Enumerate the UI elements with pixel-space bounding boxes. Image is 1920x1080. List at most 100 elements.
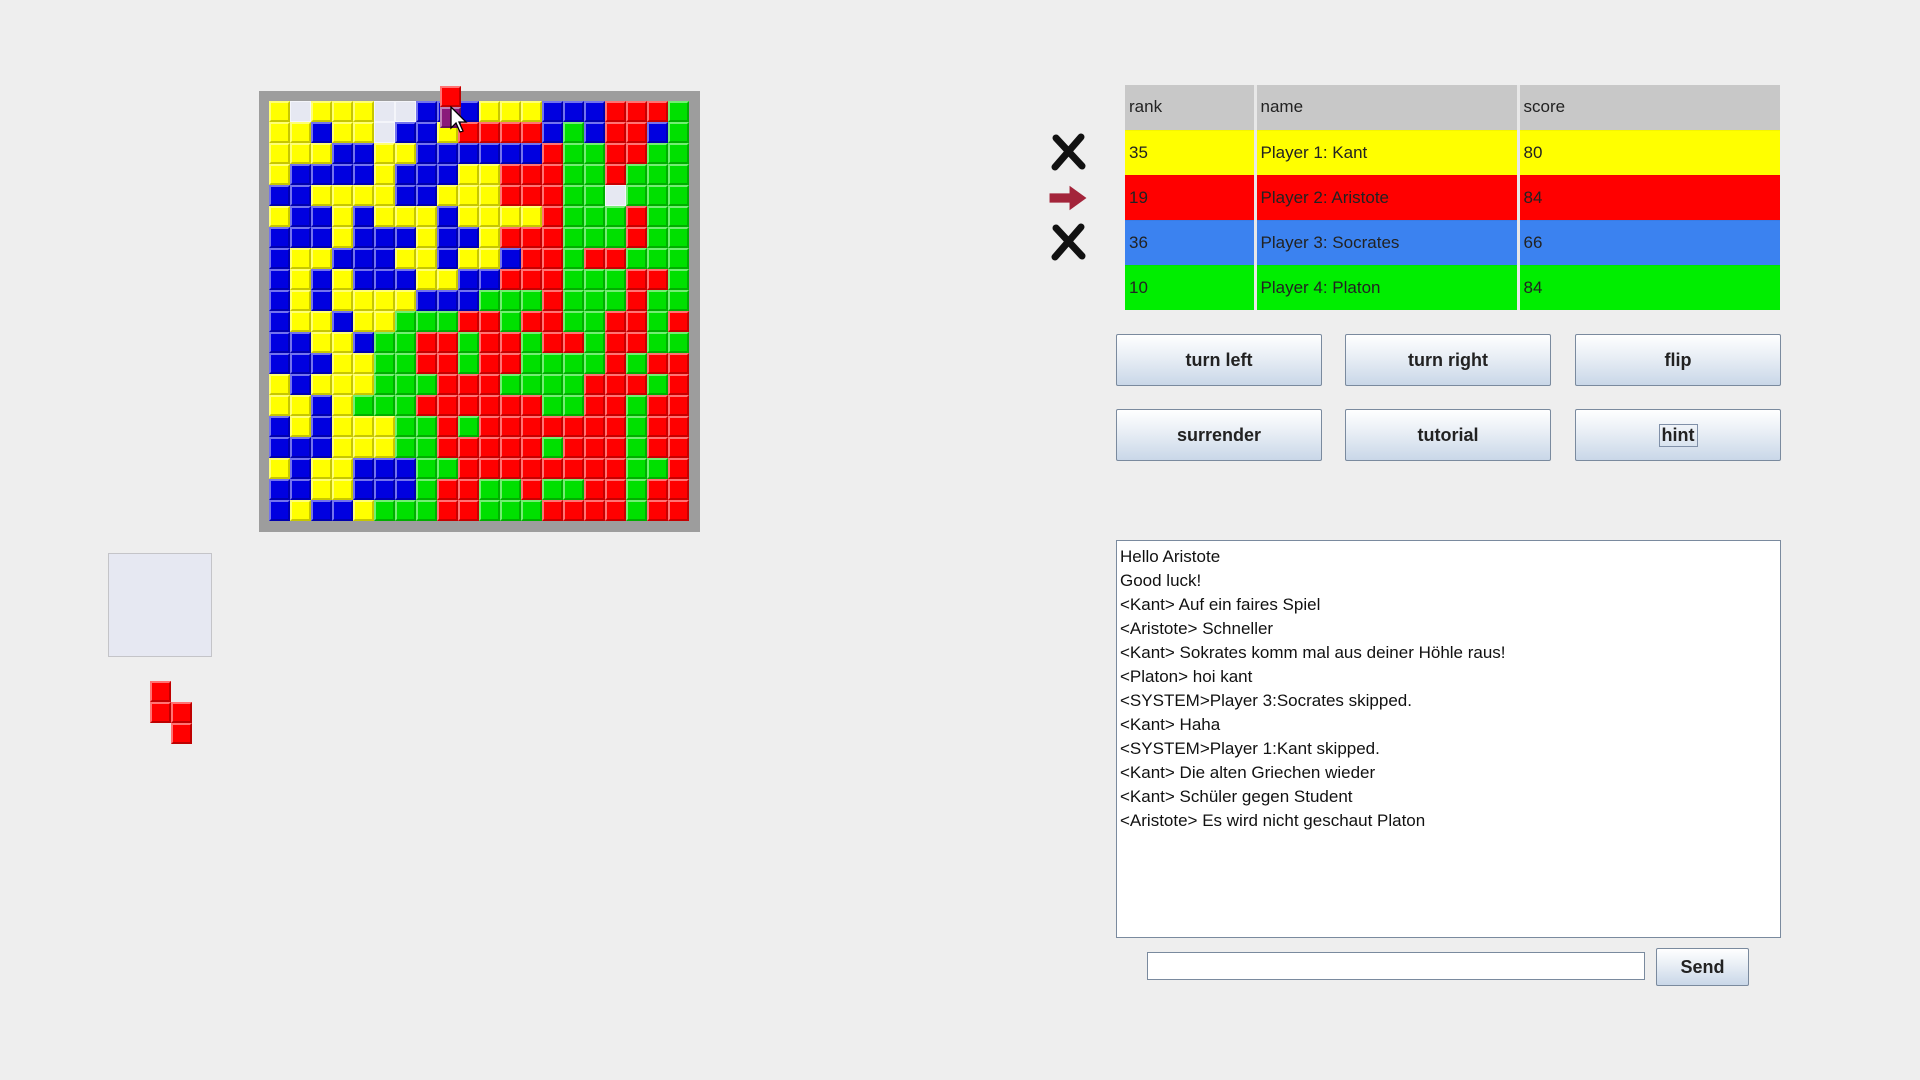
board-tile[interactable]	[395, 353, 416, 374]
board-tile[interactable]	[668, 227, 689, 248]
board-tile[interactable]	[395, 437, 416, 458]
board-tile[interactable]	[563, 311, 584, 332]
board-tile[interactable]	[542, 332, 563, 353]
board-tile[interactable]	[626, 206, 647, 227]
board-tile[interactable]	[542, 122, 563, 143]
board-tile[interactable]	[395, 332, 416, 353]
board-tile[interactable]	[269, 374, 290, 395]
board-tile[interactable]	[521, 143, 542, 164]
board-tile[interactable]	[626, 164, 647, 185]
board-tile[interactable]	[374, 500, 395, 521]
board-tile[interactable]	[626, 185, 647, 206]
board-cell-empty[interactable]	[395, 101, 416, 122]
board-tile[interactable]	[500, 353, 521, 374]
dragged-piece-tile[interactable]	[440, 86, 461, 107]
board-tile[interactable]	[626, 374, 647, 395]
board-tile[interactable]	[563, 479, 584, 500]
board-tile[interactable]	[332, 185, 353, 206]
board-tile[interactable]	[332, 248, 353, 269]
board-tile[interactable]	[584, 437, 605, 458]
board-tile[interactable]	[290, 206, 311, 227]
board-tile[interactable]	[269, 206, 290, 227]
board-tile[interactable]	[353, 374, 374, 395]
board-tile[interactable]	[563, 206, 584, 227]
board-tile[interactable]	[311, 164, 332, 185]
board-tile[interactable]	[563, 164, 584, 185]
board-tile[interactable]	[584, 416, 605, 437]
board-tile[interactable]	[521, 395, 542, 416]
board-tile[interactable]	[332, 353, 353, 374]
score-header[interactable]: score	[1518, 85, 1780, 130]
board-tile[interactable]	[353, 122, 374, 143]
board-tile[interactable]	[584, 227, 605, 248]
board-tile[interactable]	[500, 164, 521, 185]
board-tile[interactable]	[542, 416, 563, 437]
board-tile[interactable]	[374, 290, 395, 311]
board-tile[interactable]	[374, 185, 395, 206]
board-tile[interactable]	[521, 479, 542, 500]
board-tile[interactable]	[479, 500, 500, 521]
board-tile[interactable]	[437, 248, 458, 269]
board-tile[interactable]	[563, 227, 584, 248]
board-tile[interactable]	[458, 479, 479, 500]
board-tile[interactable]	[458, 437, 479, 458]
board-tile[interactable]	[290, 353, 311, 374]
board-tile[interactable]	[437, 416, 458, 437]
board-tile[interactable]	[332, 290, 353, 311]
board-tile[interactable]	[311, 437, 332, 458]
board-tile[interactable]	[605, 395, 626, 416]
board-tile[interactable]	[374, 416, 395, 437]
board-tile[interactable]	[479, 332, 500, 353]
board-tile[interactable]	[563, 353, 584, 374]
chat-log[interactable]: Hello Aristote Good luck! <Kant> Auf ein…	[1116, 540, 1781, 938]
board-tile[interactable]	[668, 206, 689, 227]
board-tile[interactable]	[353, 206, 374, 227]
board-tile[interactable]	[290, 290, 311, 311]
board-tile[interactable]	[479, 290, 500, 311]
board-tile[interactable]	[353, 416, 374, 437]
board-tile[interactable]	[332, 458, 353, 479]
board-tile[interactable]	[521, 500, 542, 521]
board-tile[interactable]	[353, 290, 374, 311]
board-tile[interactable]	[584, 185, 605, 206]
board-tile[interactable]	[479, 164, 500, 185]
board-tile[interactable]	[374, 269, 395, 290]
board-tile[interactable]	[626, 353, 647, 374]
board-tile[interactable]	[500, 290, 521, 311]
board-tile[interactable]	[542, 500, 563, 521]
board-tile[interactable]	[437, 353, 458, 374]
board-tile[interactable]	[479, 437, 500, 458]
board-tile[interactable]	[521, 164, 542, 185]
board-tile[interactable]	[374, 374, 395, 395]
board-tile[interactable]	[563, 395, 584, 416]
board-tile[interactable]	[332, 101, 353, 122]
board-tile[interactable]	[290, 458, 311, 479]
board-tile[interactable]	[647, 227, 668, 248]
board-tile[interactable]	[395, 311, 416, 332]
send-button[interactable]: Send	[1656, 948, 1749, 986]
board-tile[interactable]	[416, 143, 437, 164]
board-tile[interactable]	[416, 122, 437, 143]
board-tile[interactable]	[458, 395, 479, 416]
board-tile[interactable]	[626, 458, 647, 479]
board-tile[interactable]	[290, 311, 311, 332]
board-tile[interactable]	[269, 248, 290, 269]
board-tile[interactable]	[542, 437, 563, 458]
board-tile[interactable]	[269, 269, 290, 290]
board-tile[interactable]	[458, 164, 479, 185]
board-tile[interactable]	[353, 500, 374, 521]
board-tile[interactable]	[521, 122, 542, 143]
board-tile[interactable]	[584, 248, 605, 269]
rank-header[interactable]: rank	[1125, 85, 1257, 130]
board-tile[interactable]	[542, 185, 563, 206]
board-tile[interactable]	[311, 332, 332, 353]
tutorial-button[interactable]: tutorial	[1345, 409, 1551, 461]
player-row[interactable]: 19 Player 2: Aristote 84	[1125, 174, 1780, 220]
board-tile[interactable]	[521, 248, 542, 269]
board-tile[interactable]	[311, 500, 332, 521]
board-tile[interactable]	[500, 101, 521, 122]
board-tile[interactable]	[395, 122, 416, 143]
board-tile[interactable]	[269, 122, 290, 143]
board-tile[interactable]	[626, 101, 647, 122]
board-tile[interactable]	[500, 206, 521, 227]
